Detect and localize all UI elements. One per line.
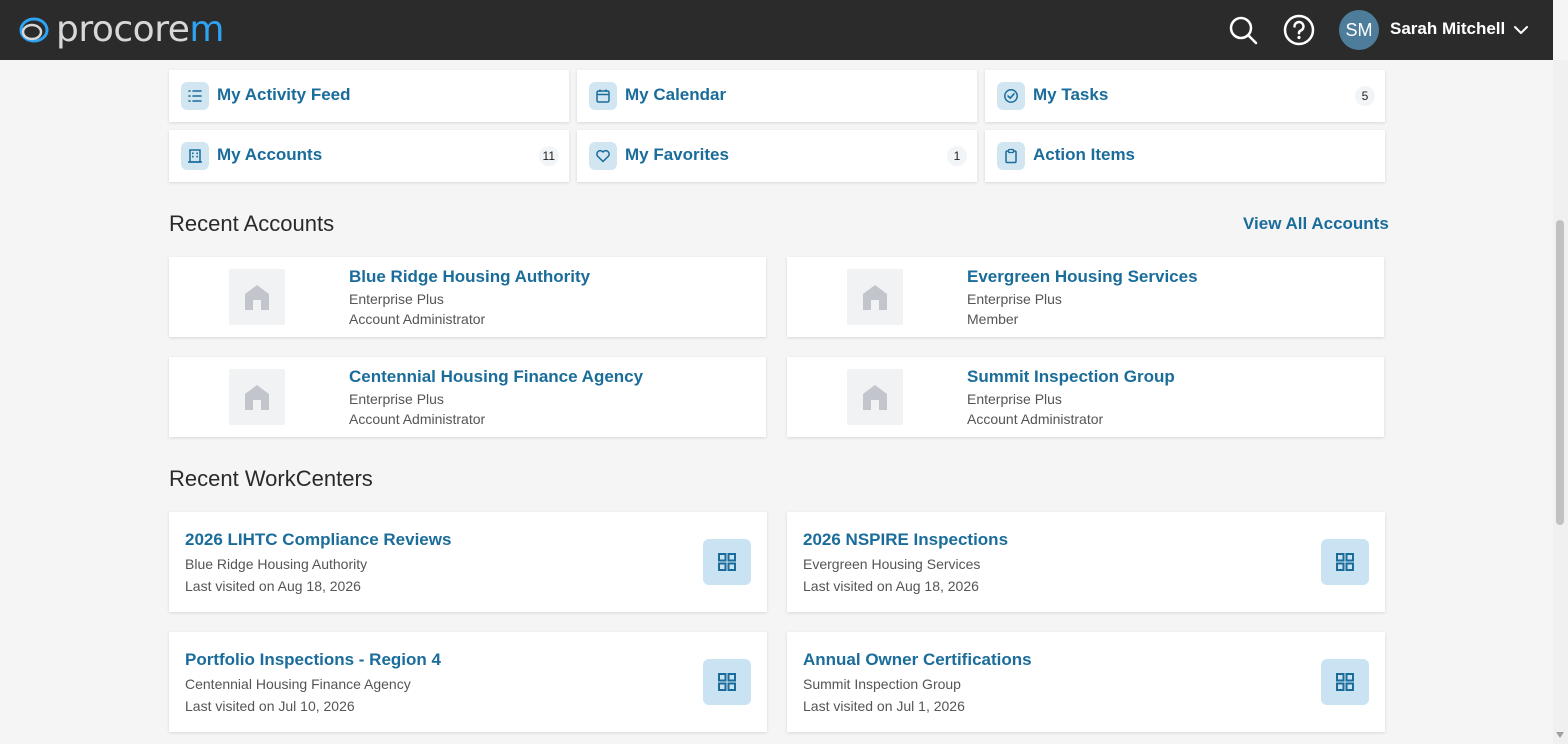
user-name[interactable]: Sarah Mitchell	[1390, 19, 1505, 39]
account-role: Account Administrator	[967, 411, 1104, 427]
quick-link-action-items[interactable]: Action Items	[985, 130, 1385, 182]
top-navigation-bar: procorem SM Sarah Mitchell	[0, 0, 1553, 60]
workcenter-name[interactable]: Portfolio Inspections - Region 4	[185, 650, 441, 670]
account-name[interactable]: Summit Inspection Group	[967, 367, 1175, 387]
grid-icon	[718, 553, 736, 571]
workcenter-last-visited: Last visited on Jul 1, 2026	[803, 698, 965, 714]
workcenter-last-visited: Last visited on Jul 10, 2026	[185, 698, 355, 714]
view-all-accounts-link[interactable]: View All Accounts	[1243, 214, 1389, 234]
workcenter-open-button[interactable]	[1321, 539, 1369, 585]
quick-link-tasks[interactable]: My Tasks 5	[985, 70, 1385, 122]
search-button[interactable]	[1226, 13, 1260, 47]
count-badge: 5	[1355, 86, 1375, 106]
workcenter-account: Summit Inspection Group	[803, 676, 961, 692]
account-role: Account Administrator	[349, 311, 486, 327]
workcenter-open-button[interactable]	[1321, 659, 1369, 705]
calendar-icon	[589, 82, 617, 110]
logo-wordmark-accent: m	[189, 9, 224, 50]
scroll-down-arrow-icon[interactable]	[1556, 732, 1564, 738]
building-placeholder-icon	[863, 385, 887, 410]
workcenter-card[interactable]: Annual Owner Certifications Summit Inspe…	[787, 632, 1385, 732]
workcenter-last-visited: Last visited on Aug 18, 2026	[185, 578, 361, 594]
workcenter-last-visited: Last visited on Aug 18, 2026	[803, 578, 979, 594]
quick-link-label: My Accounts	[217, 145, 323, 164]
user-avatar[interactable]: SM	[1339, 10, 1379, 50]
list-icon	[181, 82, 209, 110]
workcenter-open-button[interactable]	[703, 659, 751, 705]
account-placeholder-image	[229, 269, 285, 325]
account-plan: Enterprise Plus	[967, 391, 1062, 407]
app-logo[interactable]: procorem	[18, 12, 224, 48]
workcenter-name[interactable]: Annual Owner Certifications	[803, 650, 1032, 670]
building-placeholder-icon	[863, 285, 887, 310]
account-name[interactable]: Evergreen Housing Services	[967, 267, 1198, 287]
logo-wordmark: procorem	[56, 12, 224, 48]
quick-link-calendar[interactable]: My Calendar	[577, 70, 977, 122]
quick-link-label: My Calendar	[625, 85, 727, 104]
user-menu-chevron[interactable]	[1512, 22, 1530, 38]
account-placeholder-image	[847, 269, 903, 325]
count-badge: 1	[947, 146, 967, 166]
help-circle-icon	[1283, 14, 1315, 46]
account-name[interactable]: Centennial Housing Finance Agency	[349, 367, 643, 387]
quick-link-accounts[interactable]: My Accounts 11	[169, 130, 569, 182]
account-plan: Enterprise Plus	[967, 291, 1062, 307]
scrollbar-thumb[interactable]	[1556, 220, 1564, 525]
building-placeholder-icon	[245, 385, 269, 410]
account-card[interactable]: Centennial Housing Finance Agency Enterp…	[169, 357, 766, 437]
clipboard-icon	[997, 142, 1025, 170]
count-badge: 11	[538, 146, 559, 166]
grid-icon	[718, 673, 736, 691]
workcenter-account: Blue Ridge Housing Authority	[185, 556, 368, 572]
account-role: Member	[967, 311, 1019, 327]
logo-swirl-icon	[19, 17, 49, 43]
quick-link-label: My Favorites	[625, 145, 729, 164]
workcenter-card[interactable]: Portfolio Inspections - Region 4 Centenn…	[169, 632, 767, 732]
quick-link-label: My Activity Feed	[217, 85, 351, 104]
quick-link-label: My Tasks	[1033, 85, 1109, 104]
logo-wordmark-main: procore	[56, 9, 190, 50]
quick-link-label: Action Items	[1033, 145, 1136, 164]
recent-workcenters-heading: Recent WorkCenters	[169, 466, 373, 491]
account-card[interactable]: Blue Ridge Housing Authority Enterprise …	[169, 257, 766, 337]
building-icon	[181, 142, 209, 170]
workcenter-card[interactable]: 2026 NSPIRE Inspections Evergreen Housin…	[787, 512, 1385, 612]
account-card[interactable]: Summit Inspection Group Enterprise Plus …	[787, 357, 1384, 437]
workcenter-open-button[interactable]	[703, 539, 751, 585]
workcenter-card[interactable]: 2026 LIHTC Compliance Reviews Blue Ridge…	[169, 512, 767, 612]
grid-icon	[1336, 673, 1354, 691]
help-button[interactable]	[1282, 13, 1316, 47]
account-placeholder-image	[229, 369, 285, 425]
building-placeholder-icon	[245, 285, 269, 310]
account-plan: Enterprise Plus	[349, 291, 444, 307]
quick-link-activity-feed[interactable]: My Activity Feed	[169, 70, 569, 122]
chevron-down-icon	[1514, 26, 1528, 34]
heart-icon	[589, 142, 617, 170]
workcenter-account: Evergreen Housing Services	[803, 556, 981, 572]
recent-accounts-heading: Recent Accounts	[169, 211, 335, 236]
account-role: Account Administrator	[349, 411, 486, 427]
check-circle-icon	[997, 82, 1025, 110]
grid-icon	[1336, 553, 1354, 571]
page-scrollbar[interactable]	[1553, 60, 1568, 744]
account-plan: Enterprise Plus	[349, 391, 444, 407]
search-icon	[1229, 16, 1258, 45]
workcenter-name[interactable]: 2026 NSPIRE Inspections	[803, 530, 1008, 550]
quick-link-favorites[interactable]: My Favorites 1	[577, 130, 977, 182]
workcenter-name[interactable]: 2026 LIHTC Compliance Reviews	[185, 530, 451, 550]
account-name[interactable]: Blue Ridge Housing Authority	[349, 267, 590, 287]
account-placeholder-image	[847, 369, 903, 425]
workcenter-account: Centennial Housing Finance Agency	[185, 676, 411, 692]
account-card[interactable]: Evergreen Housing Services Enterprise Pl…	[787, 257, 1384, 337]
